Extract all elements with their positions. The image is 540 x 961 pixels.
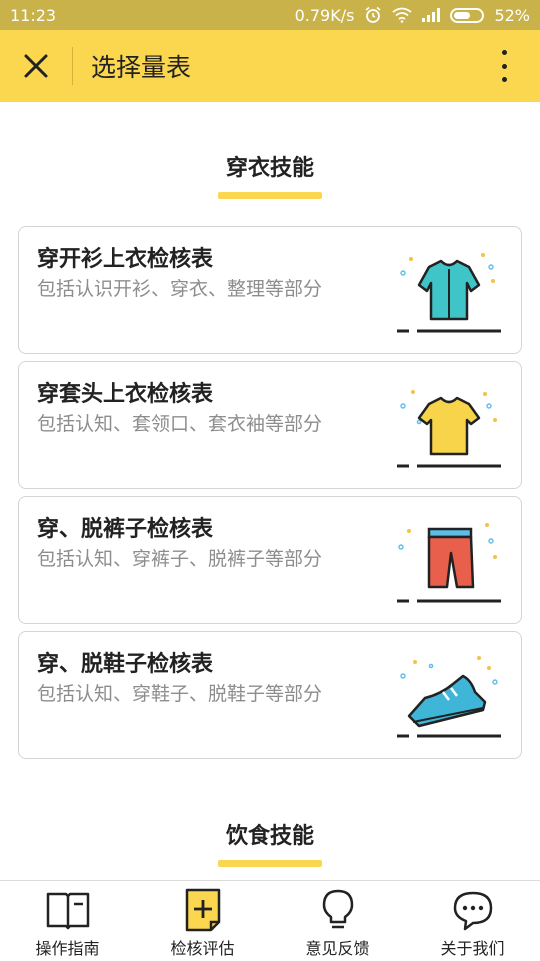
tshirt-icon [397, 390, 501, 468]
battery-percent: 52% [494, 5, 530, 25]
card-title: 穿套头上衣检核表 [37, 382, 214, 407]
lightbulb-icon [322, 889, 353, 929]
section-underline [218, 860, 322, 867]
shirt-icon [397, 253, 501, 333]
nav-item-assessment[interactable]: 检核评估 [135, 881, 270, 961]
chat-bubble-icon [453, 891, 492, 931]
status-time: 11:23 [10, 5, 57, 25]
battery-icon [450, 7, 485, 23]
alarm-icon [365, 6, 381, 23]
section-heading-dressing: 穿衣技能 [0, 150, 540, 199]
wifi-icon [392, 7, 412, 23]
page-title: 选择量表 [91, 53, 192, 82]
card-description: 包括认知、穿鞋子、脱鞋子等部分 [37, 683, 323, 705]
checklist-card[interactable]: 穿开衫上衣检核表 包括认识开衫、穿衣、整理等部分 [18, 226, 522, 354]
checklist-card[interactable]: 穿、脱鞋子检核表 包括认知、穿鞋子、脱鞋子等部分 [18, 631, 522, 759]
checklist-card[interactable]: 穿套头上衣检核表 包括认知、套领口、套衣袖等部分 [18, 361, 522, 489]
more-dot-icon [501, 50, 507, 55]
more-dot-icon [501, 63, 507, 69]
card-description: 包括认识开衫、穿衣、整理等部分 [37, 278, 323, 300]
title-bar: 选择量表 [0, 30, 540, 102]
nav-label: 操作指南 [35, 939, 100, 958]
checklist-card[interactable]: 穿、脱裤子检核表 包括认知、穿裤子、脱裤子等部分 [18, 496, 522, 624]
more-dot-icon [501, 77, 507, 82]
nav-label: 检核评估 [170, 939, 235, 958]
book-icon [46, 892, 89, 930]
section-heading-text: 饮食技能 [225, 824, 314, 849]
title-divider [72, 47, 73, 85]
card-title: 穿开衫上衣检核表 [37, 247, 214, 272]
close-button[interactable] [0, 30, 72, 102]
network-speed: 0.79K/s [294, 5, 355, 25]
nav-item-guide[interactable]: 操作指南 [0, 881, 135, 961]
section-heading-eating: 饮食技能 [0, 818, 540, 867]
close-icon [24, 54, 48, 78]
nav-item-feedback[interactable]: 意见反馈 [270, 881, 405, 961]
more-menu-button[interactable] [486, 50, 522, 82]
shoe-icon [397, 656, 501, 738]
signal-icon [422, 8, 441, 22]
status-bar: 11:23 0.79K/s 52% [0, 0, 540, 30]
add-document-icon [185, 888, 220, 932]
nav-label: 关于我们 [440, 939, 505, 958]
card-title: 穿、脱裤子检核表 [37, 517, 214, 542]
nav-label: 意见反馈 [305, 939, 370, 958]
bottom-nav: 操作指南 检核评估 意见反馈 关于我们 [0, 880, 540, 961]
card-description: 包括认知、套领口、套衣袖等部分 [37, 413, 323, 435]
section-heading-text: 穿衣技能 [225, 156, 314, 181]
status-indicators: 0.79K/s 52% [295, 6, 530, 25]
section-underline [218, 192, 322, 199]
pants-icon [397, 523, 501, 603]
card-title: 穿、脱鞋子检核表 [37, 652, 214, 677]
card-description: 包括认知、穿裤子、脱裤子等部分 [37, 548, 323, 570]
nav-item-about[interactable]: 关于我们 [405, 881, 540, 961]
